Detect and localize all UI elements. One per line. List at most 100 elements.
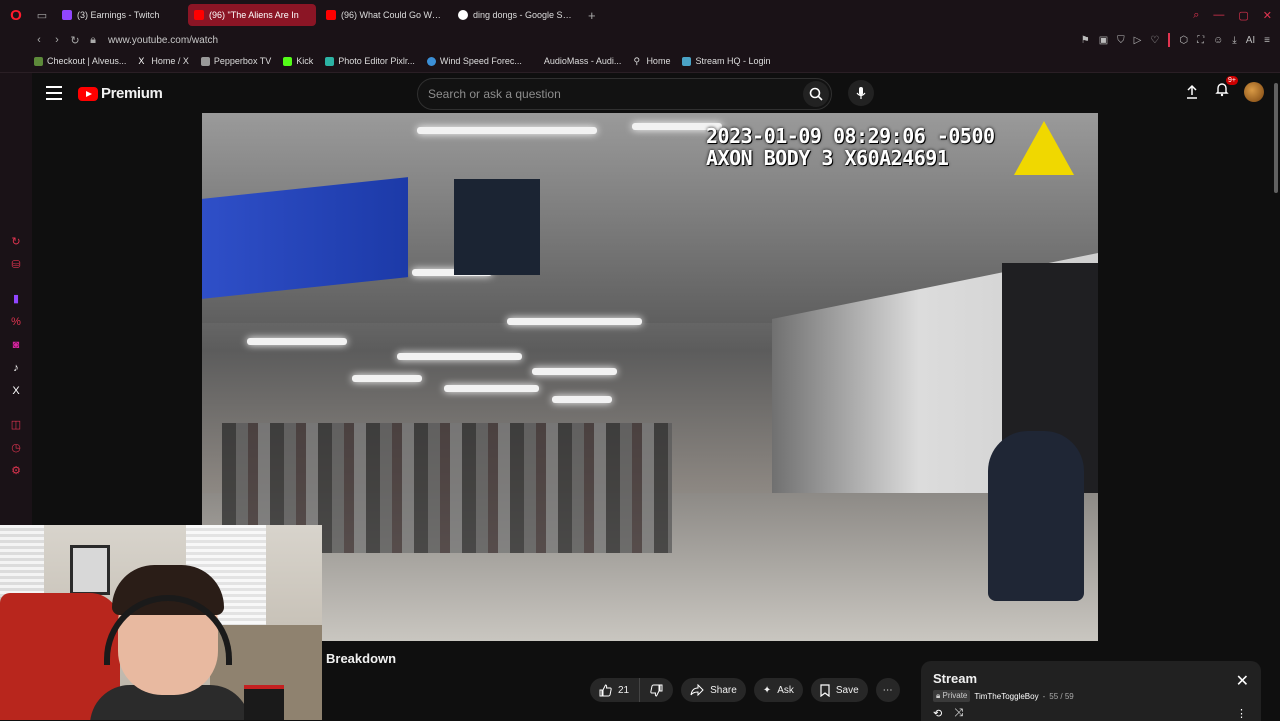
reload-icon[interactable]: ↻ — [66, 34, 84, 47]
browser-tab[interactable]: (3) Earnings - Twitch — [56, 4, 184, 26]
webcam-overlay — [0, 525, 322, 720]
maximize-icon[interactable]: ▢ — [1238, 9, 1248, 22]
dislike-button[interactable] — [639, 678, 674, 702]
profile-icon[interactable]: ☺ — [1213, 35, 1223, 46]
bodycam-overlay: 2023-01-09 08:29:06 -0500 AXON BODY 3 X6… — [706, 125, 995, 169]
save-button[interactable]: Save — [810, 678, 868, 702]
voice-search-button[interactable] — [848, 80, 874, 106]
browser-tab[interactable]: (96) What Could Go Wrong — [320, 4, 448, 26]
bookmark-item[interactable]: AudioMass - Audi... — [534, 56, 622, 66]
axon-logo-icon — [1014, 121, 1074, 175]
bookmark-item[interactable]: Checkout | Alveus... — [34, 56, 126, 66]
clock-icon[interactable]: ◷ — [10, 442, 22, 454]
download-icon[interactable]: ⤓ — [1232, 35, 1236, 46]
notification-badge: 9+ — [1226, 76, 1238, 85]
bookmark-item[interactable]: Pepperbox TV — [200, 56, 271, 66]
browser-tab-active[interactable]: (96) "The Aliens Are In — [188, 4, 316, 26]
tab-label: (3) Earnings - Twitch — [77, 10, 160, 20]
search-tabs-icon[interactable]: ⌕ — [1193, 9, 1199, 22]
workspaces-icon[interactable]: ▭ — [32, 0, 52, 30]
notifications-button[interactable]: 9+ — [1214, 76, 1238, 102]
bookmark-item[interactable]: Wind Speed Forec... — [426, 56, 522, 66]
play-icon[interactable]: ▷ — [1134, 35, 1142, 46]
snapshot-icon[interactable]: ▣ — [1099, 35, 1108, 46]
share-button[interactable]: Share — [681, 678, 746, 702]
bookmark-label: Home — [646, 56, 671, 66]
extensions-icon[interactable]: ⬡ — [1179, 35, 1188, 46]
browser-tab[interactable]: ding dongs - Google Search — [452, 4, 580, 26]
close-playlist-icon[interactable]: ✕ — [1236, 671, 1249, 691]
bookmark-item[interactable]: ⚲ Home — [633, 56, 670, 66]
wallet-icon[interactable]: ⛶ — [1197, 35, 1204, 46]
video-player[interactable]: 2023-01-09 08:29:06 -0500 AXON BODY 3 X6… — [202, 113, 1098, 641]
bookmark-favicon-icon — [325, 56, 335, 66]
masthead-actions: 9+ — [1184, 76, 1264, 102]
opera-logo-icon[interactable]: O — [0, 0, 32, 30]
video-frame-sign — [454, 179, 540, 275]
search-input[interactable] — [428, 85, 798, 103]
youtube-icon — [194, 10, 204, 20]
like-count: 21 — [618, 684, 630, 696]
playlist-owner[interactable]: TimTheToggleBoy — [974, 692, 1038, 701]
forward-icon[interactable]: › — [48, 34, 66, 46]
bookmark-item[interactable]: Kick — [283, 56, 313, 66]
shield-icon[interactable]: ⛉ — [1117, 35, 1125, 46]
google-icon — [458, 10, 468, 20]
back-icon[interactable]: ‹ — [30, 34, 48, 46]
youtube-masthead: Premium 9+ — [32, 73, 1272, 113]
twitch-icon[interactable]: ▮ — [10, 293, 22, 305]
bookmarks-icon[interactable]: ◫ — [10, 419, 22, 431]
search-box — [417, 78, 832, 110]
shuffle-icon[interactable]: ⤨ — [954, 707, 963, 720]
location-pin-icon: ⚲ — [633, 55, 641, 66]
percent-icon[interactable]: % — [10, 316, 22, 328]
close-window-icon[interactable]: ✕ — [1263, 9, 1272, 22]
bookmark-item[interactable]: Stream HQ - Login — [682, 56, 770, 66]
tiktok-icon[interactable]: ♪ — [10, 362, 22, 374]
settings-icon[interactable]: ⚙ — [10, 465, 22, 477]
pinboard-icon[interactable]: ⛁ — [10, 259, 22, 271]
playlist-position: 55 / 59 — [1049, 691, 1074, 701]
bookmark-label: AudioMass - Audi... — [543, 56, 622, 66]
avatar[interactable] — [1244, 81, 1264, 102]
share-label: Share — [710, 684, 737, 696]
ceiling-light — [247, 338, 347, 345]
instagram-icon[interactable]: ◙ — [10, 339, 22, 351]
x-icon[interactable]: X — [10, 385, 22, 397]
thumbs-up-icon — [599, 683, 612, 696]
bookmark-favicon-icon — [34, 56, 43, 66]
upload-icon[interactable] — [1184, 84, 1200, 100]
guide-menu-icon[interactable] — [46, 86, 62, 100]
youtube-logo[interactable]: Premium — [78, 85, 163, 102]
ask-button[interactable]: ✦ Ask — [753, 678, 803, 702]
video-actions: 21 Share ✦ Ask Save ⋯ — [590, 678, 900, 702]
more-actions-button[interactable]: ⋯ — [875, 678, 900, 702]
bookmark-item[interactable]: X Home / X — [138, 56, 189, 66]
menu-icon[interactable]: ≡ — [1264, 35, 1270, 46]
bookmark-item[interactable]: Photo Editor Pixlr... — [325, 56, 415, 66]
minimize-icon[interactable]: — — [1213, 9, 1224, 21]
playlist-menu-icon[interactable]: ⋮ — [1236, 707, 1247, 720]
playlist-panel: Stream 🔒︎ Private TimTheToggleBoy - 55 /… — [921, 661, 1261, 721]
like-button[interactable]: 21 — [590, 678, 640, 702]
ai-icon[interactable]: AI — [1246, 35, 1255, 46]
ceiling-light — [417, 127, 597, 134]
search-icon — [809, 87, 823, 101]
address-bar-tools: ⚑ ▣ ⛉ ▷ ♡ ⬡ ⛶ ☺ ⤓ AI ≡ — [1081, 30, 1270, 50]
search-button[interactable] — [803, 81, 829, 107]
heart-icon[interactable]: ♡ — [1150, 35, 1159, 46]
history-icon[interactable]: ↻ — [10, 236, 22, 248]
ceiling-light — [552, 396, 612, 403]
ceiling-light — [507, 318, 642, 325]
bookmark-label: Stream HQ - Login — [695, 56, 771, 66]
privacy-label: Private — [942, 691, 968, 700]
page-scrollbar[interactable] — [1274, 83, 1278, 193]
url-field[interactable]: www.youtube.com/watch — [108, 35, 218, 46]
new-tab-icon[interactable]: + — [588, 8, 596, 23]
bookmark-favicon-icon — [426, 56, 436, 66]
playlist-title[interactable]: Stream — [933, 671, 977, 686]
loop-icon[interactable]: ⟲ — [933, 707, 942, 720]
browser-tab-bar: O ▭ (3) Earnings - Twitch (96) "The Alie… — [0, 0, 1280, 30]
separator-dash: - — [1042, 691, 1046, 701]
bookmark-icon[interactable]: ⚑ — [1081, 35, 1090, 46]
